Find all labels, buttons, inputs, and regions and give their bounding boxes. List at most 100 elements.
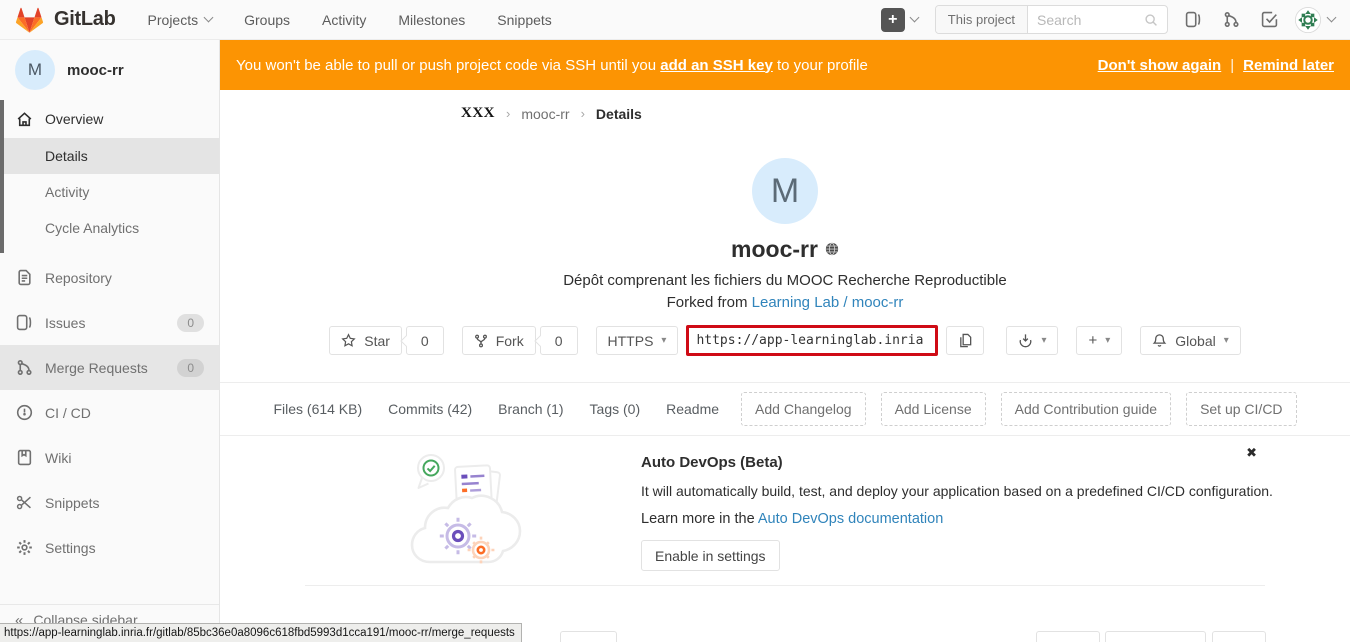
- star-group: Star 0: [329, 326, 443, 355]
- star-count[interactable]: 0: [406, 326, 444, 355]
- project-title-row: mooc-rr: [220, 236, 1350, 262]
- auto-devops-docs-link[interactable]: Auto DevOps documentation: [758, 511, 943, 527]
- public-globe-icon: [825, 242, 839, 256]
- gitlab-brand[interactable]: GitLab: [15, 5, 116, 34]
- protocol-label: HTTPS: [608, 333, 654, 349]
- breadcrumb-root[interactable]: XXX: [461, 105, 495, 122]
- sidebar-item-repository[interactable]: Repository: [0, 255, 219, 300]
- forked-from-line: Forked from Learning Lab / mooc-rr: [220, 294, 1350, 311]
- add-new-dropdown[interactable]: + ▾: [1076, 326, 1122, 355]
- breadcrumb-separator: ›: [506, 106, 510, 121]
- user-menu[interactable]: [1295, 7, 1335, 33]
- breadcrumb-current-page: Details: [596, 106, 642, 122]
- todos-icon[interactable]: [1261, 11, 1278, 28]
- nav-projects[interactable]: Projects: [148, 12, 213, 28]
- partial-button-3[interactable]: [1105, 631, 1206, 642]
- add-changelog-button[interactable]: Add Changelog: [741, 392, 866, 426]
- sidebar-project-header[interactable]: M mooc-rr: [0, 40, 219, 100]
- merge-request-icon: [15, 359, 33, 376]
- sidebar-item-wiki[interactable]: Wiki: [0, 435, 219, 480]
- sidebar-item-snippets[interactable]: Snippets: [0, 480, 219, 525]
- project-todo-buttons: Add Changelog Add License Add Contributi…: [741, 392, 1297, 426]
- project-title: mooc-rr: [731, 236, 818, 262]
- project-stats-row: Files (614 KB) Commits (42) Branch (1) T…: [220, 383, 1350, 436]
- caret-down-icon: ▾: [1224, 336, 1229, 346]
- project-description: Dépôt comprenant les fichiers du MOOC Re…: [220, 272, 1350, 289]
- readme-link[interactable]: Readme: [666, 401, 719, 417]
- plus-icon: +: [1088, 333, 1097, 348]
- active-section-indicator: [0, 100, 4, 253]
- nav-activity[interactable]: Activity: [322, 12, 366, 28]
- caret-down-icon: ▾: [1041, 336, 1046, 346]
- sidebar-item-merge-requests[interactable]: Merge Requests 0: [0, 345, 219, 390]
- auto-devops-body: It will automatically build, test, and d…: [641, 483, 1273, 499]
- copy-url-button[interactable]: [946, 326, 984, 355]
- sidebar-item-label: CI / CD: [45, 405, 91, 421]
- search-input[interactable]: [1028, 12, 1144, 28]
- notification-dropdown[interactable]: Global ▾: [1140, 326, 1241, 355]
- sidebar-item-label: Repository: [45, 270, 112, 286]
- issues-icon: [15, 314, 33, 331]
- dont-show-again-link[interactable]: Don't show again: [1098, 57, 1222, 74]
- partial-button-2[interactable]: [1036, 631, 1100, 642]
- top-navbar: GitLab Projects Groups Activity Mileston…: [0, 0, 1350, 40]
- partial-button-4[interactable]: [1212, 631, 1266, 642]
- protocol-dropdown[interactable]: HTTPS ▾: [596, 326, 679, 355]
- user-avatar: [1295, 7, 1321, 33]
- enable-in-settings-button[interactable]: Enable in settings: [641, 540, 780, 571]
- new-menu-button[interactable]: +: [881, 8, 918, 32]
- document-icon: [15, 269, 33, 286]
- partial-button-1[interactable]: [560, 631, 617, 642]
- sidebar-item-cycle-analytics[interactable]: Cycle Analytics: [0, 210, 219, 246]
- plus-icon: +: [881, 8, 905, 32]
- fork-icon: [474, 334, 488, 348]
- sidebar-item-issues[interactable]: Issues 0: [0, 300, 219, 345]
- star-icon: [341, 333, 356, 348]
- files-link[interactable]: Files (614 KB): [273, 401, 362, 417]
- remind-later-link[interactable]: Remind later: [1243, 57, 1334, 74]
- tags-link[interactable]: Tags (0): [590, 401, 641, 417]
- nav-groups[interactable]: Groups: [244, 12, 290, 28]
- sidebar-item-details[interactable]: Details: [0, 138, 219, 174]
- banner-text-after: to your profile: [777, 57, 868, 74]
- download-icon: [1018, 333, 1033, 348]
- clone-url-input[interactable]: [686, 325, 938, 356]
- fork-source-link[interactable]: Learning Lab / mooc-rr: [752, 294, 904, 311]
- set-up-ci-cd-button[interactable]: Set up CI/CD: [1186, 392, 1296, 426]
- clone-group: HTTPS ▾: [596, 325, 985, 356]
- sidebar-item-ci-cd[interactable]: CI / CD: [0, 390, 219, 435]
- fork-button[interactable]: Fork: [462, 326, 536, 355]
- star-button[interactable]: Star: [329, 326, 402, 355]
- browser-status-bar: https://app-learninglab.inria.fr/gitlab/…: [0, 623, 522, 642]
- fork-count[interactable]: 0: [540, 326, 578, 355]
- add-ssh-key-link[interactable]: add an SSH key: [660, 57, 773, 74]
- main-nav-links: Projects Groups Activity Milestones Snip…: [148, 12, 552, 28]
- fork-label: Fork: [496, 333, 524, 349]
- nav-snippets[interactable]: Snippets: [497, 12, 551, 28]
- add-license-button[interactable]: Add License: [881, 392, 986, 426]
- sidebar-item-label: Cycle Analytics: [45, 220, 139, 236]
- nav-activity-label: Activity: [322, 12, 366, 28]
- close-icon[interactable]: ✖: [1246, 446, 1257, 459]
- search-scope-badge[interactable]: This project: [936, 6, 1028, 33]
- sidebar-item-activity[interactable]: Activity: [0, 174, 219, 210]
- sidebar-item-label: Merge Requests: [45, 360, 148, 376]
- gauge-icon: [15, 404, 33, 421]
- sidebar-item-settings[interactable]: Settings: [0, 525, 219, 570]
- branch-link[interactable]: Branch (1): [498, 401, 563, 417]
- merge-requests-icon[interactable]: [1223, 11, 1240, 28]
- nav-milestones[interactable]: Milestones: [398, 12, 465, 28]
- nav-projects-label: Projects: [148, 12, 199, 28]
- auto-devops-learn-more: Learn more in the Auto DevOps documentat…: [641, 511, 1273, 527]
- notification-label: Global: [1175, 333, 1215, 349]
- breadcrumb-project[interactable]: mooc-rr: [521, 106, 569, 122]
- gitlab-tanuki-logo-icon: [15, 5, 44, 34]
- download-dropdown[interactable]: ▾: [1006, 326, 1058, 355]
- sidebar-item-overview[interactable]: Overview: [0, 100, 219, 138]
- issues-dashboard-icon[interactable]: [1185, 11, 1202, 28]
- star-label: Star: [364, 333, 390, 349]
- project-actions-row: Star 0 Fork 0: [220, 325, 1350, 356]
- search-icon: [1144, 13, 1158, 27]
- add-contribution-guide-button[interactable]: Add Contribution guide: [1001, 392, 1171, 426]
- commits-link[interactable]: Commits (42): [388, 401, 472, 417]
